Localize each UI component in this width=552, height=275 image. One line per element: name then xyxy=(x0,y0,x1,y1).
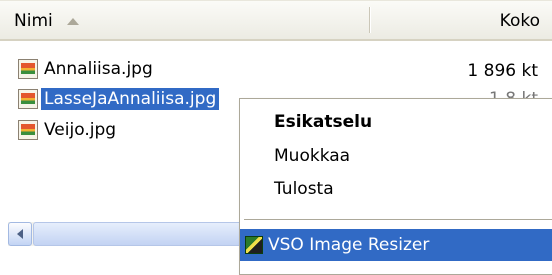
scroll-left-arrow-icon xyxy=(17,229,23,239)
jpg-file-icon xyxy=(18,89,38,109)
jpg-file-icon xyxy=(18,59,38,79)
column-header-size[interactable]: Koko xyxy=(500,10,540,32)
column-header-bar: Nimi Koko xyxy=(0,0,552,41)
vso-image-resizer-icon xyxy=(245,236,263,254)
column-header-name[interactable]: Nimi xyxy=(14,10,79,32)
file-name: Annaliisa.jpg xyxy=(44,59,153,79)
menu-item-tulosta[interactable]: Tulosta xyxy=(274,176,334,202)
menu-separator xyxy=(244,219,552,220)
menu-item-esikatselu[interactable]: Esikatselu xyxy=(274,109,372,135)
file-row-annaliisa[interactable]: Annaliisa.jpg xyxy=(18,55,156,83)
file-name: Veijo.jpg xyxy=(44,120,117,140)
file-size: 1 896 kt xyxy=(467,61,538,81)
jpg-file-icon xyxy=(18,120,38,140)
column-divider[interactable] xyxy=(369,7,370,33)
column-name-label: Nimi xyxy=(14,11,53,31)
file-row-veijo[interactable]: Veijo.jpg xyxy=(18,116,119,144)
scroll-thumb[interactable] xyxy=(33,222,243,246)
menu-item-vso-image-resizer[interactable]: VSO Image Resizer xyxy=(240,229,552,261)
sort-ascending-icon xyxy=(66,17,79,25)
file-name: LasseJaAnnaliisa.jpg xyxy=(41,88,220,110)
context-menu: Esikatselu Muokkaa Tulosta VSO Image Res… xyxy=(239,98,552,275)
menu-item-label: VSO Image Resizer xyxy=(268,235,430,255)
menu-item-muokkaa[interactable]: Muokkaa xyxy=(274,143,350,169)
file-row-lassejaannaliisa[interactable]: LasseJaAnnaliisa.jpg xyxy=(18,85,220,113)
scroll-left-button[interactable] xyxy=(8,222,32,246)
